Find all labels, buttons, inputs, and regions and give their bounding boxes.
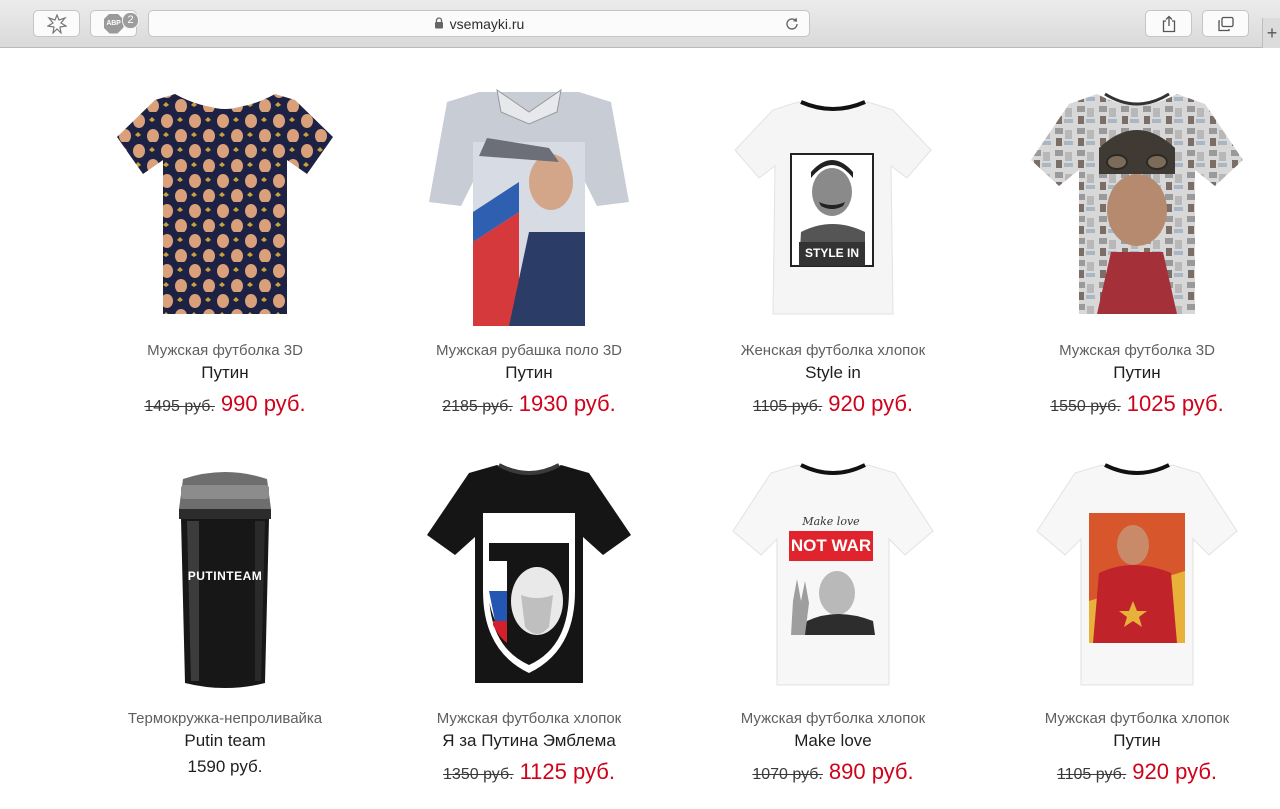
product-name[interactable]: Путин bbox=[75, 363, 375, 383]
product-image[interactable] bbox=[75, 82, 375, 352]
product-category: Мужская футболка хлопок bbox=[436, 710, 622, 727]
product-image[interactable]: Я ЗА ПУТИНА bbox=[379, 451, 679, 721]
sale-price: 920 руб. bbox=[828, 391, 914, 416]
lock-icon bbox=[434, 16, 444, 32]
price: 1590 руб. bbox=[187, 757, 263, 776]
print-text: PUTINTEAM bbox=[187, 569, 263, 583]
product-name[interactable]: Путин bbox=[379, 363, 679, 383]
share-icon bbox=[1161, 15, 1177, 33]
adblock-button[interactable]: ABP 2 bbox=[90, 10, 139, 37]
product-image[interactable] bbox=[987, 82, 1280, 352]
product-category: Мужская рубашка поло 3D bbox=[436, 342, 622, 359]
print-text: STYLE IN bbox=[804, 246, 859, 260]
product-name[interactable]: Putin team bbox=[75, 731, 375, 751]
browser-toolbar: ABP 2 vsemayki.ru + bbox=[0, 0, 1280, 48]
product-name[interactable]: Путин bbox=[987, 731, 1280, 751]
product-category: Женская футболка хлопок bbox=[740, 342, 926, 359]
product-image[interactable] bbox=[379, 82, 679, 352]
sale-price: 1025 руб. bbox=[1126, 391, 1224, 416]
sale-price: 1930 руб. bbox=[518, 391, 616, 416]
old-price: 1495 руб. bbox=[144, 398, 215, 415]
product-name[interactable]: Style in bbox=[683, 363, 983, 383]
product-image[interactable]: STYLE IN bbox=[683, 82, 983, 352]
share-button[interactable] bbox=[1145, 10, 1192, 37]
product-image[interactable] bbox=[987, 451, 1280, 721]
plus-icon: + bbox=[1266, 22, 1278, 43]
old-price: 1550 руб. bbox=[1050, 398, 1121, 415]
sale-price: 1125 руб. bbox=[519, 759, 615, 784]
tabs-icon bbox=[1217, 16, 1235, 32]
reload-icon[interactable] bbox=[784, 16, 800, 37]
print-text: Я ЗА ПУТИНА bbox=[488, 520, 570, 534]
product-name[interactable]: Make love bbox=[683, 731, 983, 751]
product-category: Мужская футболка 3D bbox=[1059, 342, 1215, 359]
product-category: Мужская футболка хлопок bbox=[740, 710, 926, 727]
print-text-script: Make love bbox=[802, 515, 860, 528]
product-category: Термокружка-непроливайка bbox=[127, 710, 323, 727]
product-price: 1495 руб. 990 руб. bbox=[75, 391, 375, 417]
address-bar[interactable]: vsemayki.ru bbox=[148, 10, 810, 37]
sale-price: 920 руб. bbox=[1132, 759, 1218, 784]
product-name[interactable]: Путин bbox=[987, 363, 1280, 383]
product-price: 1070 руб. 890 руб. bbox=[683, 759, 983, 785]
product-category: Мужская футболка 3D bbox=[147, 342, 303, 359]
product-name[interactable]: Я за Путина Эмблема bbox=[379, 731, 679, 751]
product-price: 1105 руб. 920 руб. bbox=[987, 759, 1280, 785]
adblock-count-badge: 2 bbox=[122, 12, 139, 29]
sale-price: 890 руб. bbox=[828, 759, 914, 784]
product-image[interactable]: PUTINTEAM bbox=[75, 451, 375, 721]
adblock-icon: ABP bbox=[103, 13, 124, 34]
product-category: Мужская футболка хлопок bbox=[1044, 710, 1230, 727]
product-price: 1590 руб. bbox=[75, 757, 375, 777]
product-image[interactable]: Make love NOT WAR bbox=[683, 451, 983, 721]
product-price: 1350 руб. 1125 руб. bbox=[379, 759, 679, 785]
sale-price: 990 руб. bbox=[220, 391, 306, 416]
old-price: 1105 руб. bbox=[752, 398, 823, 415]
new-tab-button[interactable]: + bbox=[1262, 18, 1280, 48]
tabs-overview-button[interactable] bbox=[1202, 10, 1249, 37]
old-price: 1070 руб. bbox=[752, 766, 823, 783]
product-price: 1550 руб. 1025 руб. bbox=[987, 391, 1280, 417]
product-price: 2185 руб. 1930 руб. bbox=[379, 391, 679, 417]
old-price: 1105 руб. bbox=[1056, 766, 1127, 783]
old-price: 1350 руб. bbox=[443, 766, 514, 783]
extension-button[interactable] bbox=[33, 10, 80, 37]
product-price: 1105 руб. 920 руб. bbox=[683, 391, 983, 417]
starburst-icon bbox=[46, 13, 67, 34]
old-price: 2185 руб. bbox=[442, 398, 513, 415]
url-text: vsemayki.ru bbox=[449, 15, 525, 32]
print-text-banner: NOT WAR bbox=[790, 536, 872, 555]
